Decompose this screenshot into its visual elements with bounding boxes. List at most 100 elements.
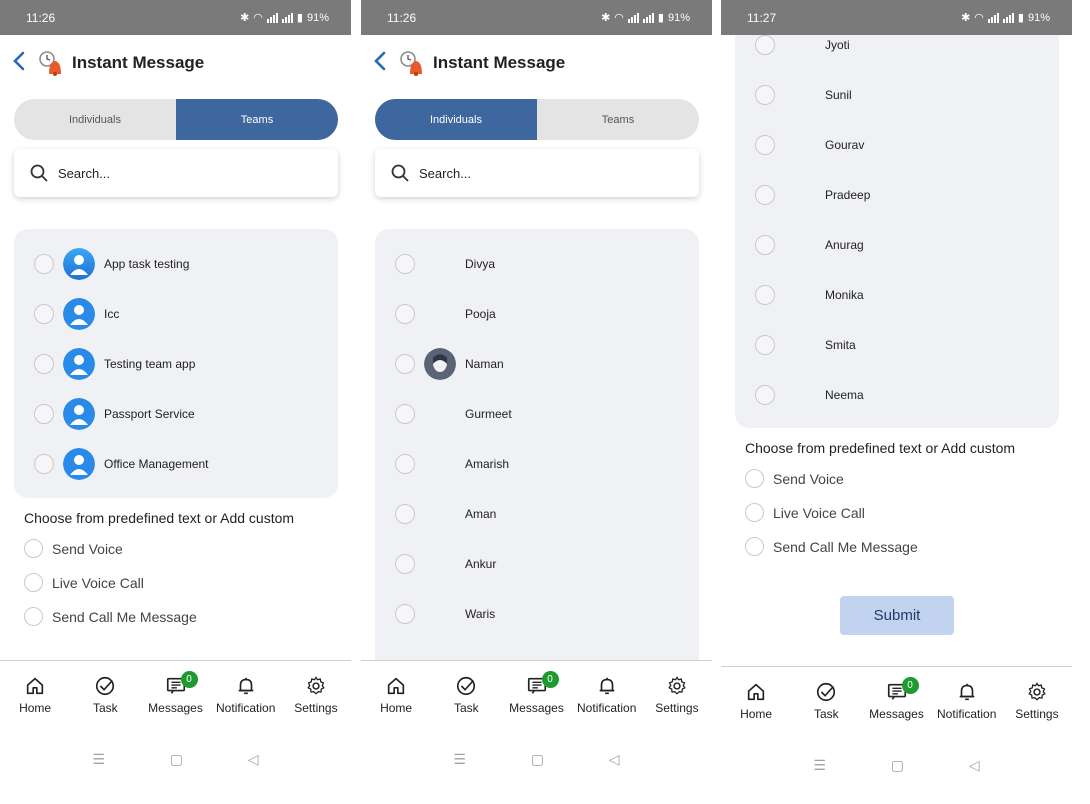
nav-home[interactable]: Home	[721, 667, 791, 736]
nav-notification[interactable]: Notification	[932, 667, 1002, 736]
radio-button[interactable]	[24, 573, 43, 592]
radio-button[interactable]	[755, 285, 775, 305]
nav-settings[interactable]: Settings	[642, 661, 712, 730]
list-item-label: Anurag	[825, 238, 864, 252]
menu-icon[interactable]: ☰	[813, 757, 826, 774]
radio-button[interactable]	[755, 135, 775, 155]
radio-button[interactable]	[34, 354, 54, 374]
back-chevron-icon[interactable]	[12, 51, 30, 76]
list-item-label: Amarish	[465, 457, 510, 471]
radio-button[interactable]	[755, 85, 775, 105]
list-item[interactable]: Neema	[735, 370, 1059, 420]
nav-settings[interactable]: Settings	[281, 661, 351, 730]
nav-home[interactable]: Home	[0, 661, 70, 730]
radio-button[interactable]	[755, 385, 775, 405]
menu-icon[interactable]: ☰	[92, 751, 105, 768]
home-icon	[387, 677, 405, 695]
tab-individuals[interactable]: Individuals	[14, 99, 176, 140]
radio-button[interactable]	[745, 469, 764, 488]
search-input[interactable]	[419, 165, 659, 181]
list-item[interactable]: Pooja	[375, 289, 699, 339]
list-item[interactable]: Ankur	[375, 539, 699, 589]
list-item-label: Waris	[465, 607, 496, 621]
option-send-call-me[interactable]: Send Call Me Message	[24, 607, 197, 626]
nav-settings[interactable]: Settings	[1002, 667, 1072, 736]
back-chevron-icon[interactable]	[373, 51, 391, 76]
submit-button[interactable]: Submit	[840, 596, 954, 635]
nav-task[interactable]: Task	[791, 667, 861, 736]
radio-button[interactable]	[395, 254, 415, 274]
nav-messages[interactable]: 0 Messages	[861, 667, 931, 736]
option-live-voice-call[interactable]: Live Voice Call	[24, 573, 144, 592]
list-item[interactable]: Waris	[375, 589, 699, 639]
list-item[interactable]: Passport Service	[14, 389, 338, 439]
list-item[interactable]: Amarish	[375, 439, 699, 489]
radio-button[interactable]	[755, 235, 775, 255]
status-time: 11:27	[747, 10, 777, 25]
list-item[interactable]: Aman	[375, 489, 699, 539]
list-item[interactable]: Sunil	[735, 70, 1059, 120]
nav-messages[interactable]: 0 Messages	[501, 661, 571, 730]
menu-icon[interactable]: ☰	[453, 751, 466, 768]
radio-button[interactable]	[745, 537, 764, 556]
nav-task[interactable]: Task	[70, 661, 140, 730]
radio-button[interactable]	[34, 254, 54, 274]
status-bar: 11:27 ✱ ◠ ▮ 91%	[721, 0, 1072, 35]
option-send-voice[interactable]: Send Voice	[745, 469, 844, 488]
tab-teams[interactable]: Teams	[176, 99, 338, 140]
search-input[interactable]	[58, 165, 298, 181]
list-item[interactable]: Smita	[735, 320, 1059, 370]
radio-button[interactable]	[395, 554, 415, 574]
radio-button[interactable]	[24, 539, 43, 558]
alarm-bell-icon	[399, 50, 425, 76]
avatar	[424, 348, 456, 380]
triangle-back-icon[interactable]: ◁	[248, 751, 259, 768]
square-icon[interactable]: ▢	[531, 751, 544, 768]
list-item[interactable]: Office Management	[14, 439, 338, 489]
list-item[interactable]: App task testing	[14, 239, 338, 289]
tab-teams[interactable]: Teams	[537, 99, 699, 140]
radio-button[interactable]	[755, 185, 775, 205]
nav-notification[interactable]: Notification	[572, 661, 642, 730]
nav-task[interactable]: Task	[431, 661, 501, 730]
option-send-voice[interactable]: Send Voice	[24, 539, 123, 558]
list-item[interactable]: Divya	[375, 239, 699, 289]
radio-button[interactable]	[395, 404, 415, 424]
radio-button[interactable]	[395, 354, 415, 374]
radio-button[interactable]	[395, 604, 415, 624]
radio-button[interactable]	[745, 503, 764, 522]
radio-button[interactable]	[755, 335, 775, 355]
triangle-back-icon[interactable]: ◁	[609, 751, 620, 768]
radio-button[interactable]	[24, 607, 43, 626]
list-item[interactable]: Anurag	[735, 220, 1059, 270]
check-circle-icon	[817, 682, 836, 702]
radio-button[interactable]	[395, 454, 415, 474]
screen-individuals: 11:26 ✱ ◠ ▮ 91% Instant Message Individu…	[361, 0, 712, 804]
option-live-voice-call[interactable]: Live Voice Call	[745, 503, 865, 522]
radio-button[interactable]	[395, 504, 415, 524]
bottom-nav: Home Task 0 Messages Notification Settin…	[361, 660, 712, 730]
radio-button[interactable]	[395, 304, 415, 324]
tab-individuals[interactable]: Individuals	[375, 99, 537, 140]
square-icon[interactable]: ▢	[891, 757, 904, 774]
triangle-back-icon[interactable]: ◁	[969, 757, 980, 774]
signal-icon	[1002, 12, 1014, 23]
list-item[interactable]: Gurmeet	[375, 389, 699, 439]
nav-home[interactable]: Home	[361, 661, 431, 730]
radio-button[interactable]	[34, 404, 54, 424]
individual-list: Jyoti Sunil Gourav Pradeep Anurag Monika…	[735, 20, 1059, 428]
radio-button[interactable]	[34, 454, 54, 474]
nav-messages[interactable]: 0 Messages	[140, 661, 210, 730]
list-item[interactable]: Testing team app	[14, 339, 338, 389]
list-item[interactable]: Pradeep	[735, 170, 1059, 220]
square-icon[interactable]: ▢	[170, 751, 183, 768]
list-item[interactable]: Icc	[14, 289, 338, 339]
radio-button[interactable]	[34, 304, 54, 324]
list-item[interactable]: Monika	[735, 270, 1059, 320]
list-item[interactable]: Naman	[375, 339, 699, 389]
nav-notification[interactable]: Notification	[211, 661, 281, 730]
option-send-call-me[interactable]: Send Call Me Message	[745, 537, 918, 556]
radio-button[interactable]	[755, 35, 775, 55]
choose-text: Choose from predefined text or Add custo…	[24, 510, 295, 526]
list-item[interactable]: Gourav	[735, 120, 1059, 170]
